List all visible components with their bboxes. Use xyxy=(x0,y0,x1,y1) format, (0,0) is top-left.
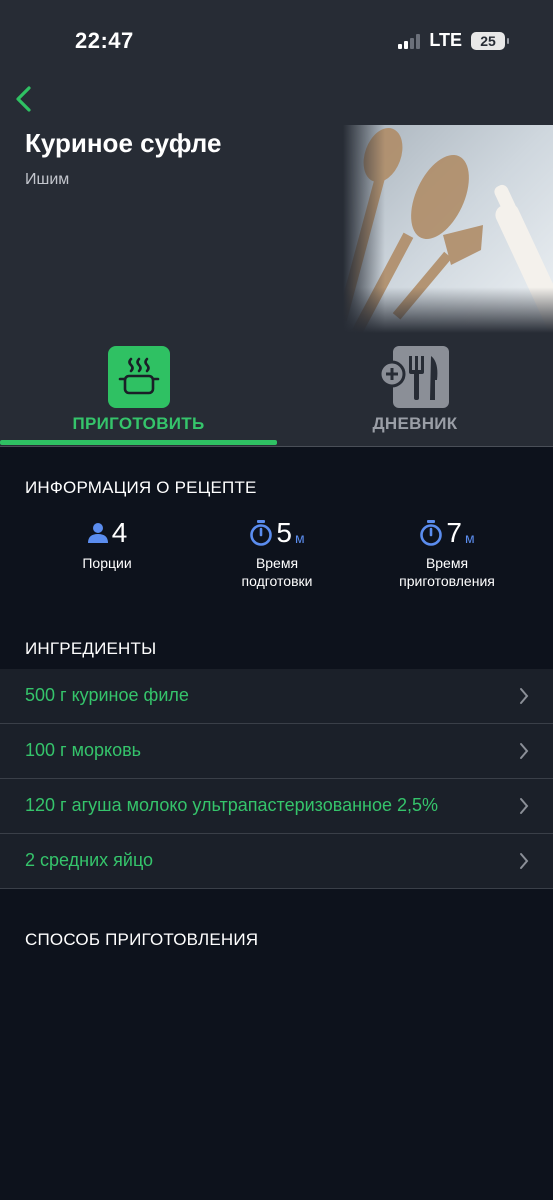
battery-level: 25 xyxy=(480,32,496,49)
stopwatch-icon xyxy=(420,520,443,546)
servings-info: 4 Порции xyxy=(17,516,197,572)
ingredient-text: 100 г морковь xyxy=(25,740,142,760)
back-button[interactable] xyxy=(12,84,40,114)
cook-time-label-line1: Время xyxy=(425,555,469,571)
tab-divider xyxy=(0,446,553,447)
prep-time-info: 5 м Время подготовки xyxy=(187,516,367,590)
chevron-right-icon xyxy=(520,798,529,814)
servings-label: Порции xyxy=(82,555,132,571)
ingredient-row[interactable]: 100 г морковь xyxy=(0,724,553,779)
recipe-photo xyxy=(343,125,553,333)
chevron-right-icon xyxy=(520,743,529,759)
recipe-subtitle: Ишим xyxy=(25,171,70,188)
info-section-title: ИНФОРМАЦИЯ О РЕЦЕПТЕ xyxy=(25,478,257,497)
prep-time-unit: м xyxy=(294,530,305,546)
ingredients-list: 500 г куриное филе 100 г морковь 120 г а… xyxy=(0,669,553,889)
cook-time-info: 7 м Время приготовления xyxy=(357,516,537,590)
servings-value: 4 xyxy=(111,517,128,548)
ingredients-section-title: ИНГРЕДИЕНТЫ xyxy=(25,639,157,658)
chevron-right-icon xyxy=(520,853,529,869)
prep-time-value: 5 xyxy=(276,517,292,548)
cook-time-value: 7 xyxy=(446,517,462,548)
cook-time-label-line2: приготовления xyxy=(399,573,495,589)
ingredient-row[interactable]: 2 средних яйцо xyxy=(0,834,553,889)
prep-time-label-line1: Время xyxy=(255,555,299,571)
tab-diary[interactable]: ДНЕВНИК xyxy=(277,346,553,446)
cook-time-unit: м xyxy=(464,530,475,546)
recipe-title: Куриное суфле xyxy=(25,128,222,158)
battery-icon: 25 xyxy=(471,31,509,50)
ingredient-text: 500 г куриное филе xyxy=(25,685,189,705)
active-tab-indicator xyxy=(0,440,277,445)
person-icon xyxy=(87,523,108,543)
chevron-right-icon xyxy=(520,688,529,704)
cooking-pot-icon xyxy=(107,346,170,408)
tab-cook-label: ПРИГОТОВИТЬ xyxy=(72,414,205,433)
signal-icon xyxy=(398,33,421,49)
network-label: LTE xyxy=(429,30,462,50)
ingredient-row[interactable]: 120 г агуша молоко ультрапастеризованное… xyxy=(0,779,553,834)
ingredient-text: 2 средних яйцо xyxy=(25,850,154,870)
stopwatch-icon xyxy=(250,520,273,546)
tab-cook[interactable]: ПРИГОТОВИТЬ xyxy=(0,346,277,446)
prep-time-label-line2: подготовки xyxy=(241,573,313,589)
status-indicators: LTE 25 xyxy=(398,30,509,51)
status-time: 22:47 xyxy=(75,28,134,53)
ingredient-text: 120 г агуша молоко ультрапастеризованное… xyxy=(25,795,439,815)
method-section-title: СПОСОБ ПРИГОТОВЛЕНИЯ xyxy=(25,930,259,949)
chevron-left-icon xyxy=(16,86,31,112)
tab-diary-label: ДНЕВНИК xyxy=(372,414,458,433)
ingredient-row[interactable]: 500 г куриное филе xyxy=(0,669,553,724)
add-to-diary-icon xyxy=(378,346,451,408)
